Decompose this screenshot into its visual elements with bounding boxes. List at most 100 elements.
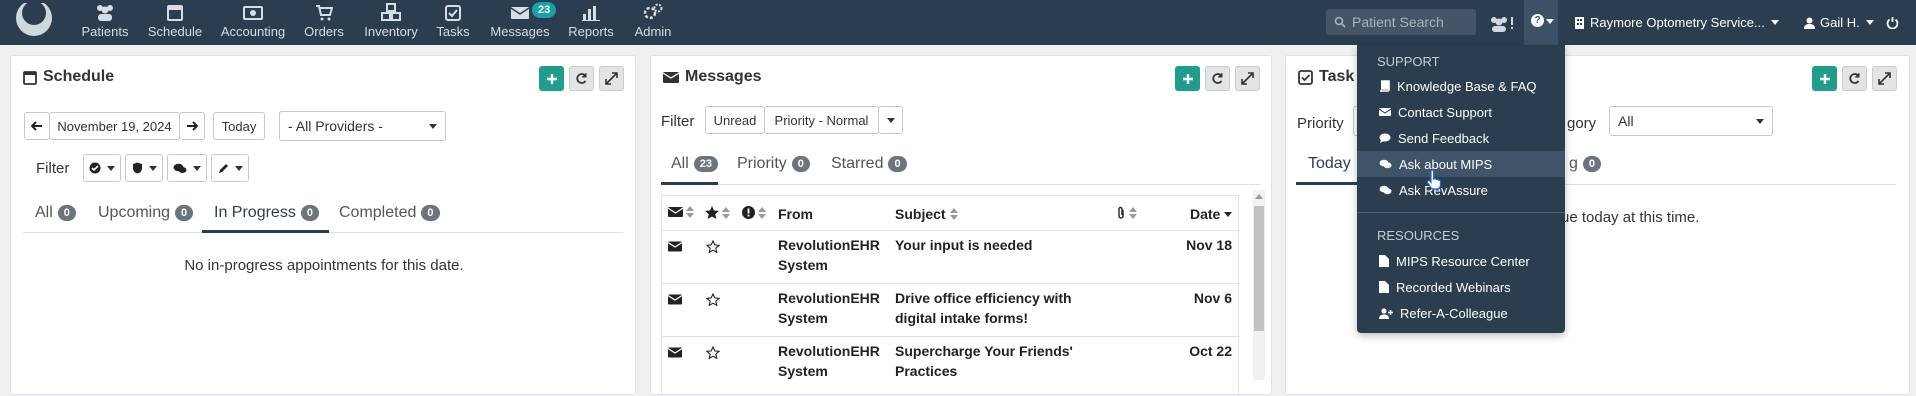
active-tab-indicator (1296, 182, 1364, 185)
nav-reports[interactable]: Reports (566, 0, 616, 45)
check-square-icon (445, 5, 461, 21)
expand-button[interactable] (1872, 66, 1897, 91)
status-filter-button[interactable] (83, 154, 121, 182)
tab-today[interactable]: Today (1308, 155, 1351, 173)
add-appointment-button[interactable] (539, 66, 564, 91)
unread-filter-button[interactable]: Unread (705, 106, 765, 134)
refresh-button[interactable] (569, 66, 594, 91)
location-name: Raymore Optometry Service... (1590, 15, 1765, 30)
menu-item-ask-revassure[interactable]: Ask RevAssure (1357, 177, 1565, 203)
sort-icon (1129, 207, 1137, 219)
refresh-button[interactable] (1842, 66, 1867, 91)
nav-label: Schedule (147, 24, 203, 39)
filter-dropdown-button[interactable] (878, 106, 903, 134)
arrow-left-icon (31, 121, 42, 131)
edit-filter-button[interactable] (211, 154, 249, 182)
today-button[interactable]: Today (213, 112, 265, 140)
menu-item-mips-resource-center[interactable]: MIPS Resource Center (1357, 248, 1565, 274)
star-outline-icon[interactable] (706, 346, 720, 359)
logout-button[interactable] (1886, 0, 1899, 45)
tab-other[interactable]: g0 (1569, 155, 1602, 173)
chevron-down-icon (1546, 19, 1554, 24)
message-date: Nov 6 (1193, 290, 1232, 306)
tab-priority[interactable]: Priority 0 (737, 155, 810, 173)
priority-filter-button[interactable]: Priority - Normal (764, 106, 879, 134)
calendar-icon (167, 5, 183, 21)
tab-label: Upcoming (98, 204, 171, 221)
star-outline-icon[interactable] (706, 293, 720, 306)
sort-icon (758, 206, 766, 219)
comments-icon (173, 163, 187, 173)
type-filter-button[interactable] (125, 154, 163, 182)
user-menu[interactable]: Gail H. (1804, 0, 1874, 45)
tab-divider (661, 184, 1261, 185)
sort-icon (686, 206, 694, 218)
menu-item-label: Ask RevAssure (1399, 182, 1488, 198)
menu-divider (1357, 212, 1565, 213)
sort-attachment-column[interactable] (1116, 206, 1137, 220)
star-outline-icon[interactable] (706, 240, 720, 253)
messages-title-text: Messages (685, 68, 762, 85)
menu-item-ask-about-mips[interactable]: Ask about MIPS (1357, 151, 1565, 177)
location-selector[interactable]: Raymore Optometry Service... (1574, 0, 1779, 45)
refresh-button[interactable] (1205, 66, 1230, 91)
scroll-up-icon[interactable] (1255, 194, 1263, 199)
bar-chart-icon (582, 6, 600, 21)
nav-orders[interactable]: Orders (302, 0, 346, 45)
sort-from-column[interactable]: From (778, 206, 813, 222)
chevron-down-icon (234, 165, 243, 171)
tab-count: 23 (693, 156, 719, 172)
expand-button[interactable] (599, 66, 624, 91)
tab-starred[interactable]: Starred 0 (831, 155, 907, 173)
practice-users-button[interactable] (1488, 0, 1516, 45)
book-icon (1380, 80, 1390, 92)
category-label: gory (1567, 115, 1597, 132)
power-icon (1886, 17, 1899, 29)
add-task-button[interactable] (1812, 66, 1837, 91)
new-message-button[interactable] (1175, 66, 1200, 91)
sort-starred-column[interactable] (705, 206, 730, 219)
next-day-button[interactable] (179, 112, 205, 140)
category-select[interactable]: All (1609, 106, 1773, 136)
nav-patients[interactable]: Patients (80, 0, 130, 45)
envelope-icon (668, 347, 682, 358)
sort-subject-column[interactable]: Subject (895, 206, 958, 222)
menu-item-contact-support[interactable]: Contact Support (1357, 99, 1565, 125)
table-row[interactable]: RevolutionEHR System Drive office effici… (662, 283, 1240, 336)
menu-item-knowledge-base[interactable]: Knowledge Base & FAQ (1357, 73, 1565, 99)
menu-item-recorded-webinars[interactable]: Recorded Webinars (1357, 274, 1565, 300)
patient-search-input[interactable]: Patient Search (1326, 9, 1476, 35)
menu-item-send-feedback[interactable]: Send Feedback (1357, 125, 1565, 151)
tasks-title: Task (1298, 68, 1354, 86)
message-subject: Supercharge Your Friends' Practices (895, 343, 1073, 379)
tab-upcoming[interactable]: Upcoming 0 (98, 204, 194, 222)
calendar-icon (23, 70, 37, 85)
sort-read-column[interactable] (668, 206, 694, 218)
nav-tasks[interactable]: Tasks (434, 0, 472, 45)
table-row[interactable]: RevolutionEHR System Supercharge Your Fr… (662, 336, 1240, 396)
nav-admin[interactable]: Admin (632, 0, 674, 45)
scrollbar-thumb[interactable] (1254, 206, 1264, 331)
empty-state-text: No in-progress appointments for this dat… (184, 257, 464, 274)
expand-button[interactable] (1235, 66, 1260, 91)
date-picker[interactable]: November 19, 2024 (49, 112, 180, 140)
cogs-icon (643, 3, 663, 20)
menu-item-refer-a-colleague[interactable]: Refer-A-Colleague (1357, 300, 1565, 326)
tab-all[interactable]: All 23 (671, 155, 719, 173)
app-logo[interactable] (8, 0, 60, 41)
sort-date-column[interactable]: Date (1190, 206, 1233, 222)
nav-inventory[interactable]: Inventory (364, 0, 418, 45)
previous-day-button[interactable] (24, 112, 50, 140)
messages-scrollbar[interactable] (1253, 190, 1265, 380)
tab-in-progress[interactable]: In Progress 0 (214, 204, 319, 222)
table-row[interactable]: RevolutionEHR System Your input is neede… (662, 230, 1240, 283)
help-menu-toggle[interactable]: ? (1524, 0, 1558, 45)
nav-schedule[interactable]: Schedule (145, 0, 205, 45)
provider-select[interactable]: - All Providers - (279, 111, 446, 141)
tab-count: 0 (791, 156, 810, 172)
tab-all[interactable]: All 0 (35, 204, 76, 222)
comments-filter-button[interactable] (167, 154, 207, 182)
nav-accounting[interactable]: Accounting (220, 0, 286, 45)
sort-priority-column[interactable] (742, 206, 766, 219)
tab-completed[interactable]: Completed 0 (339, 204, 440, 222)
